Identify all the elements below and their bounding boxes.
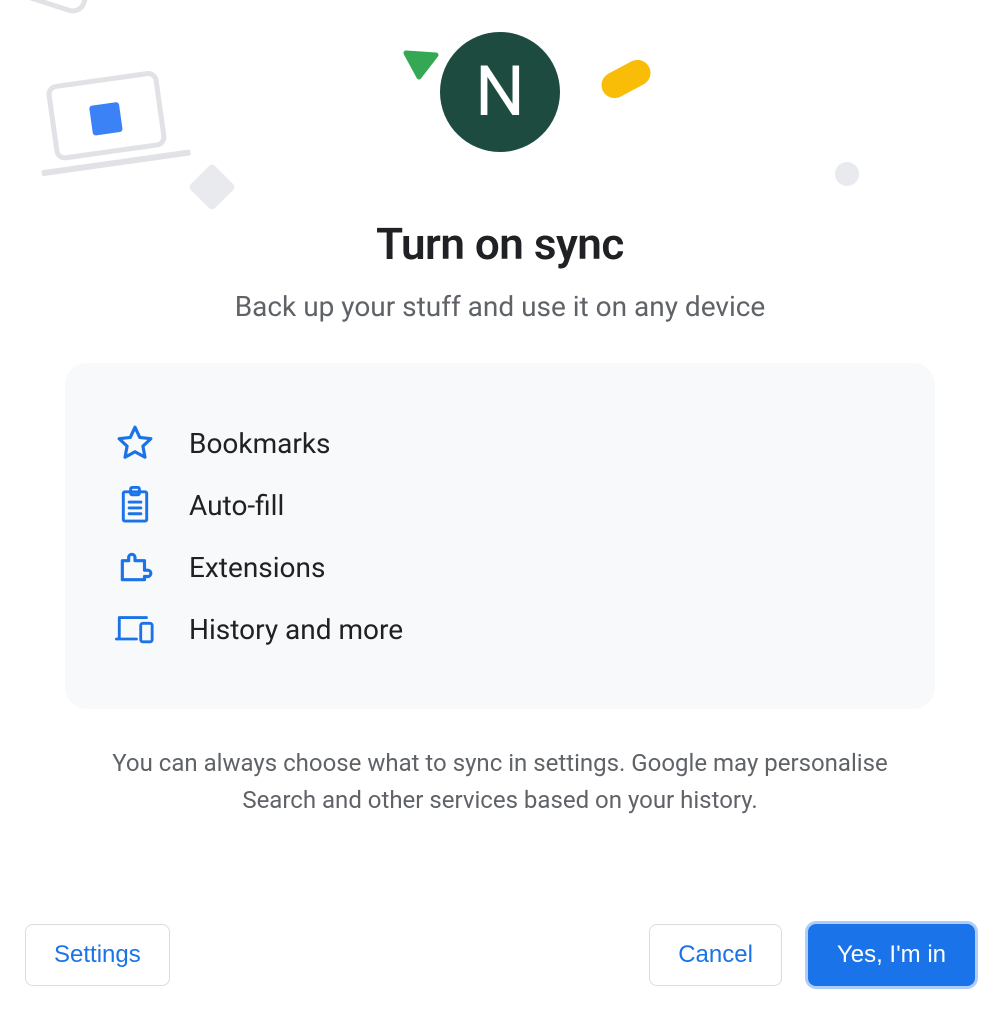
cancel-button[interactable]: Cancel [649,924,782,986]
item-label: Extensions [189,551,325,584]
extension-icon [115,547,155,587]
list-item: Extensions [115,547,885,587]
disclaimer-text: You can always choose what to sync in se… [75,745,925,819]
decoration-pill [597,55,655,102]
settings-button[interactable]: Settings [25,924,170,986]
decoration-dot [835,162,859,186]
hero-illustration: N [25,20,975,190]
star-icon [115,423,155,463]
page-title: Turn on sync [25,218,975,270]
item-label: Auto-fill [189,489,284,522]
devices-icon [115,609,155,649]
item-label: Bookmarks [189,427,331,460]
clipboard-icon [115,485,155,525]
dialog-footer: Settings Cancel Yes, I'm in [25,924,975,986]
list-item: Bookmarks [115,423,885,463]
decoration-diamond [188,163,236,211]
list-item: History and more [115,609,885,649]
avatar: N [440,32,560,152]
sync-items-card: Bookmarks Auto-fill Extensions [65,363,935,709]
page-subtitle: Back up your stuff and use it on any dev… [25,290,975,323]
avatar-initial: N [475,51,525,133]
item-label: History and more [189,613,403,646]
list-item: Auto-fill [115,485,885,525]
confirm-button[interactable]: Yes, I'm in [808,924,975,986]
